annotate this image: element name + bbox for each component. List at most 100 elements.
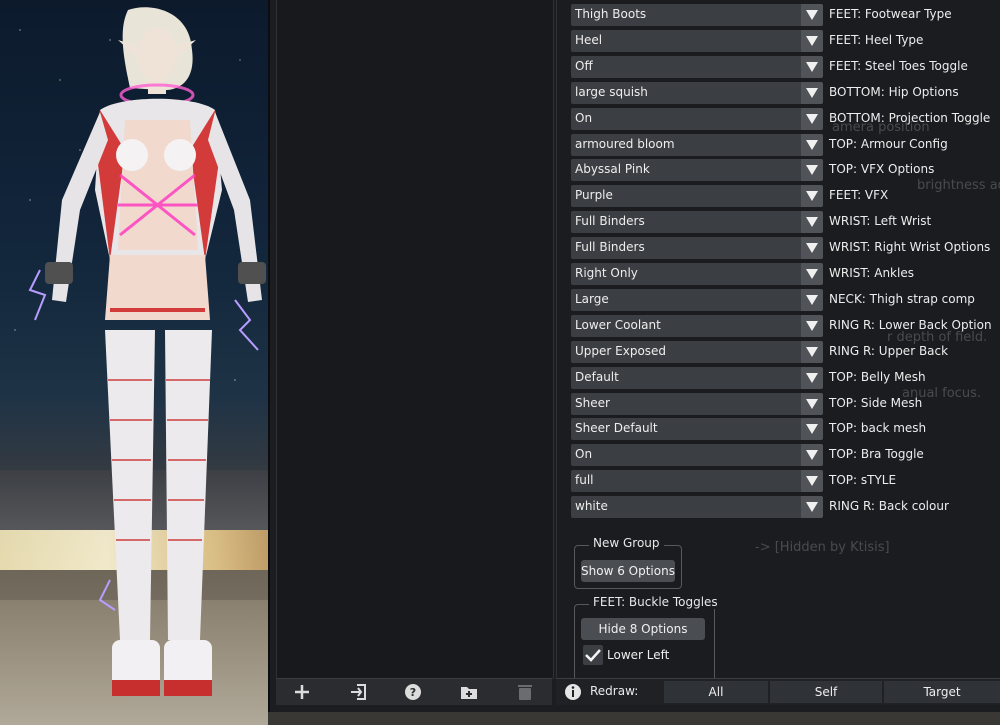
checkmark-icon (585, 649, 601, 662)
chevron-down-icon[interactable] (801, 159, 823, 182)
chevron-down-icon[interactable] (801, 288, 823, 311)
option-label: TOP: VFX Options (829, 162, 935, 177)
option-row: Heel FEET: Heel Type (571, 29, 1000, 52)
option-dropdown[interactable]: Sheer (571, 392, 823, 415)
option-dropdown[interactable]: Full Binders (571, 211, 823, 234)
option-label: TOP: Belly Mesh (829, 369, 926, 384)
svg-text:?: ? (410, 686, 416, 699)
option-row: Thigh Boots FEET: Footwear Type (571, 4, 1000, 26)
panel-shadow (268, 712, 1000, 725)
chevron-down-icon[interactable] (801, 263, 823, 285)
option-dropdown[interactable]: full (571, 470, 823, 493)
lower-left-label: Lower Left (607, 648, 670, 662)
chevron-down-icon[interactable] (801, 107, 823, 130)
option-row: white RING R: Back colour (571, 496, 1000, 519)
option-dropdown[interactable]: Thigh Boots (571, 4, 823, 26)
background-text: -> [Hidden by Ktisis] (755, 540, 890, 555)
option-dropdown[interactable]: Abyssal Pink (571, 159, 823, 182)
option-label: TOP: back mesh (829, 421, 927, 436)
lower-left-checkbox[interactable] (583, 645, 603, 665)
option-dropdown-value: Heel (575, 32, 603, 47)
chevron-down-icon[interactable] (801, 4, 823, 26)
show-options-button[interactable]: Show 6 Options (581, 560, 675, 582)
option-dropdown-value: large squish (575, 84, 648, 99)
option-dropdown[interactable]: large squish (571, 81, 823, 104)
option-row: On BOTTOM: Projection Toggle (571, 107, 1000, 130)
chevron-down-icon[interactable] (801, 81, 823, 104)
option-dropdown-value: full (575, 473, 594, 488)
help-icon[interactable]: ? (404, 683, 422, 701)
chevron-down-icon[interactable] (801, 496, 823, 519)
option-dropdown[interactable]: Upper Exposed (571, 340, 823, 363)
redraw-target-button[interactable]: Target (884, 681, 1000, 703)
import-icon[interactable] (350, 683, 368, 701)
option-dropdown[interactable]: Large (571, 288, 823, 311)
option-row: Upper Exposed RING R: Upper Back (571, 340, 1000, 363)
option-row: Abyssal Pink TOP: VFX Options (571, 159, 1000, 182)
option-row: large squish BOTTOM: Hip Options (571, 81, 1000, 104)
option-dropdown-value: Thigh Boots (575, 7, 647, 21)
option-dropdown-value: Upper Exposed (575, 343, 667, 358)
option-dropdown-value: Purple (575, 188, 613, 203)
option-dropdown[interactable]: Right Only (571, 263, 823, 285)
redraw-all-button[interactable]: All (664, 681, 768, 703)
chevron-down-icon[interactable] (801, 392, 823, 415)
trash-icon[interactable] (516, 683, 534, 701)
chevron-down-icon[interactable] (801, 237, 823, 260)
option-label: WRIST: Right Wrist Options (829, 240, 991, 255)
option-dropdown-value: On (575, 110, 593, 125)
option-row: Full Binders WRIST: Left Wrist (571, 211, 1000, 234)
mod-list-pane[interactable] (276, 0, 554, 679)
option-dropdown[interactable]: Default (571, 366, 823, 389)
option-dropdown-value: Full Binders (575, 240, 645, 255)
option-dropdown[interactable]: Heel (571, 29, 823, 52)
option-dropdown[interactable]: Lower Coolant (571, 314, 823, 337)
add-icon[interactable] (293, 683, 311, 701)
option-dropdown-value: Sheer (575, 395, 610, 410)
option-label: WRIST: Left Wrist (829, 214, 932, 229)
chevron-down-icon[interactable] (801, 55, 823, 78)
option-dropdown-value: Abyssal Pink (575, 162, 650, 177)
option-row: armoured bloom TOP: Armour Config (571, 133, 1000, 156)
chevron-down-icon[interactable] (801, 133, 823, 156)
chevron-down-icon[interactable] (801, 444, 823, 467)
hide-options-button[interactable]: Hide 8 Options (581, 618, 705, 640)
option-label: BOTTOM: Projection Toggle (829, 110, 991, 125)
chevron-down-icon[interactable] (801, 418, 823, 441)
option-label: FEET: VFX (829, 188, 889, 203)
option-label: TOP: sTYLE (829, 473, 897, 488)
option-dropdown[interactable]: Purple (571, 185, 823, 208)
character-figure (28, 7, 266, 696)
option-label: TOP: Side Mesh (829, 395, 923, 410)
chevron-down-icon[interactable] (801, 470, 823, 493)
option-label: RING R: Back colour (829, 499, 949, 514)
chevron-down-icon[interactable] (801, 314, 823, 337)
option-dropdown[interactable]: Off (571, 55, 823, 78)
option-dropdown-value: Default (575, 369, 619, 384)
chevron-down-icon[interactable] (801, 29, 823, 52)
redraw-self-button[interactable]: Self (770, 681, 882, 703)
option-dropdown[interactable]: On (571, 107, 823, 130)
option-row: On TOP: Bra Toggle (571, 444, 1000, 467)
option-dropdown[interactable]: Sheer Default (571, 418, 823, 441)
option-dropdown[interactable]: Full Binders (571, 237, 823, 260)
chevron-down-icon[interactable] (801, 185, 823, 208)
chevron-down-icon[interactable] (801, 366, 823, 389)
option-dropdown-value: Large (575, 291, 609, 306)
redraw-label: Redraw: (590, 684, 639, 698)
redraw-bar: Redraw: All Self Target (556, 678, 1000, 705)
add-folder-icon[interactable] (460, 683, 478, 701)
option-label: TOP: Armour Config (829, 136, 948, 151)
info-icon[interactable] (564, 683, 582, 701)
option-row: full TOP: sTYLE (571, 470, 1000, 493)
chevron-down-icon[interactable] (801, 340, 823, 363)
option-dropdown-value: armoured bloom (575, 136, 675, 151)
option-row: Right Only WRIST: Ankles (571, 263, 1000, 285)
option-dropdown-value: Sheer Default (575, 421, 658, 436)
option-dropdown[interactable]: white (571, 496, 823, 519)
option-label: WRIST: Ankles (829, 266, 914, 280)
option-dropdown[interactable]: On (571, 444, 823, 467)
option-dropdown[interactable]: armoured bloom (571, 133, 823, 156)
option-row: Sheer Default TOP: back mesh (571, 418, 1000, 441)
chevron-down-icon[interactable] (801, 211, 823, 234)
